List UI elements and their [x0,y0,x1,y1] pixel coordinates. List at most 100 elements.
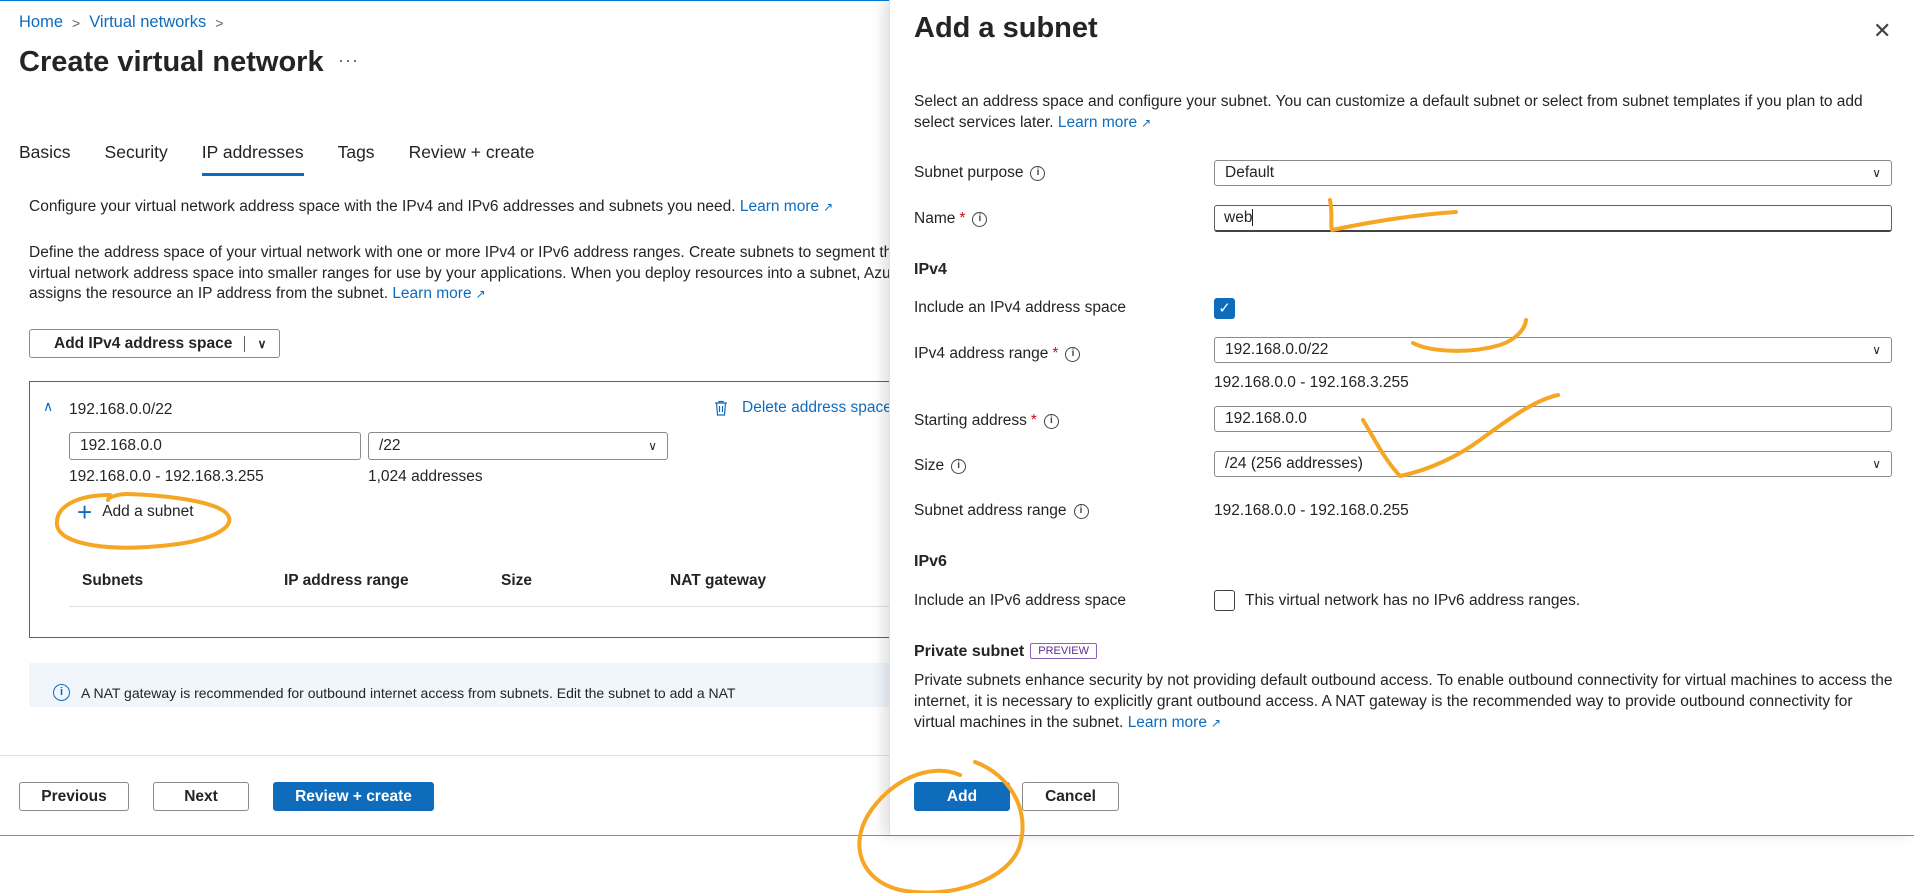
subnet-range-label: Subnet address range i [914,502,1089,520]
chevron-down-icon: ∨ [648,439,657,453]
learn-more-link[interactable]: Learn more [1128,714,1207,731]
ipv4-range-label: IPv4 address range * i [914,345,1081,363]
include-ipv4-label: Include an IPv4 address space [914,299,1126,316]
info-icon[interactable]: i [972,211,988,227]
table-header-divider [69,606,890,607]
panel-intro: Select an address space and configure yo… [914,92,1884,133]
address-input[interactable]: 192.168.0.0 [69,432,361,460]
address-range-text: 192.168.0.0 - 192.168.3.255 [69,468,264,485]
tab-ip-addresses[interactable]: IP addresses [201,142,304,176]
add-subnet-label: Add a subnet [102,503,194,520]
ip-config-description: Configure your virtual network address s… [29,198,833,216]
ipv6-checkbox-text: This virtual network has no IPv6 address… [1245,592,1581,609]
subnet-purpose-value: Default [1225,164,1275,181]
add-subnet-button[interactable]: + Add a subnet [77,497,194,527]
starting-address-input[interactable]: 192.168.0.0 [1214,406,1892,432]
chevron-right-icon: > [72,14,81,31]
description-line: Define the address space of your virtual… [29,244,890,261]
review-create-button[interactable]: Review + create [273,782,434,811]
starting-address-label-text: Starting address [914,412,1027,429]
info-icon[interactable]: i [1073,503,1089,519]
cidr-value: /22 [379,437,401,454]
preview-badge: PREVIEW [1030,643,1097,659]
private-subnet-title: Private subnet [914,643,1025,660]
subnet-name-input[interactable]: web [1214,205,1892,232]
info-icon[interactable]: i [1030,165,1046,181]
learn-more-link[interactable]: Learn more [1058,114,1137,131]
tab-tags[interactable]: Tags [338,142,375,176]
breadcrumb-home[interactable]: Home [19,13,63,32]
external-link-icon: ↗ [1210,716,1222,730]
plus-icon: + [77,497,93,527]
page-title: Create virtual network [19,46,324,78]
cidr-select[interactable]: /22 ∨ [368,432,668,460]
subnet-purpose-label: Subnet purpose i [914,164,1046,182]
add-ipv4-label: Add IPv4 address space [54,334,233,352]
column-header-subnets: Subnets [82,572,144,589]
address-space-description: Define the address space of your virtual… [29,243,890,305]
description-line-3: assigns the resource an IP address from … [29,284,890,305]
size-dropdown[interactable]: /24 (256 addresses) ∨ [1214,451,1892,477]
tab-review-create[interactable]: Review + create [409,142,535,176]
add-button[interactable]: Add [914,782,1010,811]
include-ipv6-checkbox[interactable] [1214,590,1235,611]
private-subnet-heading: Private subnet PREVIEW [914,643,1097,661]
ipv4-section-heading: IPv4 [914,261,947,278]
size-value: /24 (256 addresses) [1225,455,1363,472]
info-icon[interactable]: i [951,458,967,474]
tab-bar: Basics Security IP addresses Tags Review… [19,142,569,176]
address-space-card: ∧ 192.168.0.0/22 Delete address space 19… [29,381,890,638]
learn-more-link[interactable]: Learn more [392,285,471,302]
subnet-purpose-dropdown[interactable]: Default ∨ [1214,160,1892,186]
cancel-button[interactable]: Cancel [1022,782,1119,811]
previous-button[interactable]: Previous [19,782,129,811]
ipv4-range-hint: 192.168.0.0 - 192.168.3.255 [1214,374,1409,391]
add-subnet-panel: Add a subnet ✕ Select an address space a… [889,0,1914,835]
chevron-up-icon[interactable]: ∧ [43,398,53,415]
breadcrumb-virtual-networks[interactable]: Virtual networks [89,13,206,32]
close-icon[interactable]: ✕ [1873,18,1891,44]
include-ipv4-checkbox[interactable]: ✓ [1214,298,1235,319]
more-options-icon[interactable]: ··· [338,50,359,71]
include-ipv6-label: Include an IPv6 address space [914,592,1126,609]
address-space-title: 192.168.0.0/22 [69,401,173,418]
name-label: Name * i [914,210,988,228]
panel-title: Add a subnet [914,12,1098,44]
size-label-text: Size [914,457,945,474]
external-link-icon: ↗ [1141,115,1152,130]
tab-basics[interactable]: Basics [19,142,71,176]
starting-address-label: Starting address * i [914,412,1059,430]
ipv4-range-label-text: IPv4 address range [914,345,1049,362]
column-header-nat-gateway: NAT gateway [670,572,767,589]
required-marker: * [959,210,966,227]
page-bottom-border [0,835,1914,836]
info-icon[interactable]: i [1043,413,1059,429]
next-button[interactable]: Next [153,782,249,811]
column-header-ip-range: IP address range [284,572,409,589]
breadcrumb: Home > Virtual networks > [19,13,232,32]
nat-info-text: A NAT gateway is recommended for outboun… [81,685,736,701]
private-subnet-description: Private subnets enhance security by not … [914,670,1894,734]
description-line: virtual network address space into small… [29,264,890,282]
chevron-down-icon[interactable]: ∨ [245,337,279,351]
external-link-icon: ↗ [475,287,486,301]
subnet-purpose-label-text: Subnet purpose [914,164,1024,181]
ipv6-section-heading: IPv6 [914,553,947,570]
chevron-down-icon: ∨ [1872,166,1881,180]
chevron-right-icon: > [215,14,224,31]
delete-address-space-label: Delete address space [742,399,890,416]
description-text: Configure your virtual network address s… [29,198,736,215]
required-marker: * [1030,412,1037,429]
delete-address-space-button[interactable]: Delete address space [714,399,890,417]
column-header-size: Size [501,572,533,589]
private-subnet-text: Private subnets enhance security by not … [914,672,1893,731]
external-link-icon: ↗ [823,200,834,214]
learn-more-link[interactable]: Learn more [740,198,819,215]
ipv4-range-dropdown[interactable]: 192.168.0.0/22 ∨ [1214,337,1892,363]
add-ipv4-address-space-button[interactable]: Add IPv4 address space ∨ [29,329,280,358]
chevron-down-icon: ∨ [1872,343,1881,357]
info-icon[interactable]: i [1065,346,1081,362]
panel-intro-text: Select an address space and configure yo… [914,93,1863,131]
description-text: assigns the resource an IP address from … [29,285,388,302]
tab-security[interactable]: Security [105,142,168,176]
